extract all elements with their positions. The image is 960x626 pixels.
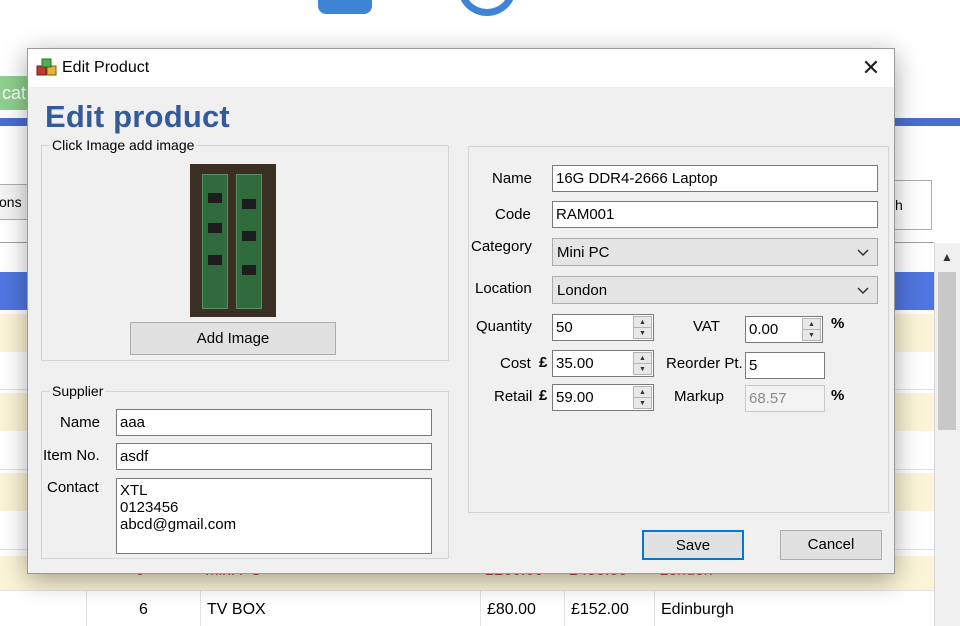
vat-value: 0.00 bbox=[749, 321, 779, 338]
scrollbar-thumb[interactable] bbox=[938, 272, 956, 430]
save-button[interactable]: Save bbox=[642, 530, 744, 560]
location-label: Location bbox=[475, 280, 532, 297]
edit-product-dialog: Edit Product ✕ Edit product Click Image … bbox=[27, 48, 895, 574]
close-icon[interactable]: ✕ bbox=[848, 53, 894, 83]
scroll-up-icon[interactable]: ▲ bbox=[934, 246, 960, 268]
table-cell: £80.00 bbox=[480, 591, 564, 626]
vat-percent-sign: % bbox=[831, 315, 845, 332]
options-button[interactable]: ons bbox=[0, 184, 28, 220]
contact-textarea[interactable]: XTL 0123456 abcd@gmail.com bbox=[116, 478, 432, 554]
supplier-legend: Supplier bbox=[50, 383, 106, 399]
contact-line: XTL bbox=[120, 482, 148, 499]
cancel-button[interactable]: Cancel bbox=[780, 530, 882, 560]
vat-stepper[interactable]: 0.00 ▲ ▼ bbox=[745, 316, 823, 343]
chat-icon[interactable] bbox=[318, 0, 372, 14]
cost-currency-symbol: £ bbox=[539, 354, 548, 371]
chevron-down-icon bbox=[857, 239, 869, 276]
markup-label: Markup bbox=[674, 388, 725, 405]
retail-stepper[interactable]: 59.00 ▲ ▼ bbox=[552, 384, 654, 411]
app-tab[interactable]: cati bbox=[0, 76, 30, 110]
image-group-legend: Click Image add image bbox=[50, 137, 197, 153]
product-name-label: Name bbox=[492, 170, 533, 187]
spin-up-icon[interactable]: ▲ bbox=[634, 387, 651, 398]
vat-label: VAT bbox=[693, 318, 720, 335]
ram-module-graphic bbox=[202, 174, 228, 309]
contact-line: 0123456 bbox=[120, 499, 179, 516]
header-band bbox=[0, 118, 30, 126]
spin-up-icon[interactable]: ▲ bbox=[803, 319, 820, 330]
spin-up-icon[interactable]: ▲ bbox=[634, 317, 651, 328]
spin-down-icon[interactable]: ▼ bbox=[634, 398, 651, 409]
chevron-down-icon bbox=[857, 277, 869, 314]
table-row[interactable]: 6 TV BOX £80.00 £152.00 Edinburgh bbox=[0, 590, 934, 626]
spin-up-icon[interactable]: ▲ bbox=[634, 353, 651, 364]
header-band bbox=[894, 118, 960, 126]
retail-label: Retail bbox=[494, 388, 533, 405]
table-cell: Edinburgh bbox=[654, 591, 934, 626]
category-label: Category bbox=[471, 238, 532, 255]
app-cubes-icon bbox=[36, 58, 58, 78]
item-no-label: Item No. bbox=[43, 447, 100, 464]
quantity-value: 50 bbox=[556, 319, 573, 336]
cost-stepper[interactable]: 35.00 ▲ ▼ bbox=[552, 350, 654, 377]
table-cell: TV BOX bbox=[200, 591, 480, 626]
quantity-label: Quantity bbox=[476, 318, 532, 335]
cost-value: 35.00 bbox=[556, 355, 594, 372]
reorder-point-input[interactable]: 5 bbox=[745, 352, 825, 379]
ram-module-graphic bbox=[236, 174, 262, 309]
category-value: Mini PC bbox=[557, 244, 610, 261]
location-select[interactable]: London bbox=[552, 276, 878, 304]
contact-line: abcd@gmail.com bbox=[120, 516, 237, 533]
category-select[interactable]: Mini PC bbox=[552, 238, 878, 266]
location-value: London bbox=[557, 282, 608, 299]
contact-label: Contact bbox=[47, 479, 99, 496]
supplier-name-input[interactable]: aaa bbox=[116, 409, 432, 436]
product-name-input[interactable]: 16G DDR4-2666 Laptop bbox=[552, 165, 878, 192]
code-input[interactable]: RAM001 bbox=[552, 201, 878, 228]
page-title: Edit product bbox=[45, 99, 230, 134]
retail-currency-symbol: £ bbox=[539, 387, 548, 404]
dialog-title: Edit Product bbox=[62, 59, 150, 76]
markup-field: 68.57 bbox=[745, 385, 825, 412]
retail-value: 59.00 bbox=[556, 389, 594, 406]
spin-down-icon[interactable]: ▼ bbox=[634, 364, 651, 375]
quantity-stepper[interactable]: 50 ▲ ▼ bbox=[552, 314, 654, 341]
spin-down-icon[interactable]: ▼ bbox=[803, 330, 820, 341]
table-cell: 6 bbox=[86, 591, 200, 626]
cost-label: Cost bbox=[500, 355, 531, 372]
title-bar[interactable]: Edit Product ✕ bbox=[28, 49, 894, 87]
table-cell: £152.00 bbox=[564, 591, 654, 626]
reorder-point-label: Reorder Pt. bbox=[666, 355, 743, 372]
add-image-button[interactable]: Add Image bbox=[130, 322, 336, 355]
supplier-name-label: Name bbox=[60, 414, 101, 431]
product-image[interactable] bbox=[190, 164, 276, 317]
spin-down-icon[interactable]: ▼ bbox=[634, 328, 651, 339]
markup-percent-sign: % bbox=[831, 387, 845, 404]
code-label: Code bbox=[495, 206, 531, 223]
item-no-input[interactable]: asdf bbox=[116, 443, 432, 470]
